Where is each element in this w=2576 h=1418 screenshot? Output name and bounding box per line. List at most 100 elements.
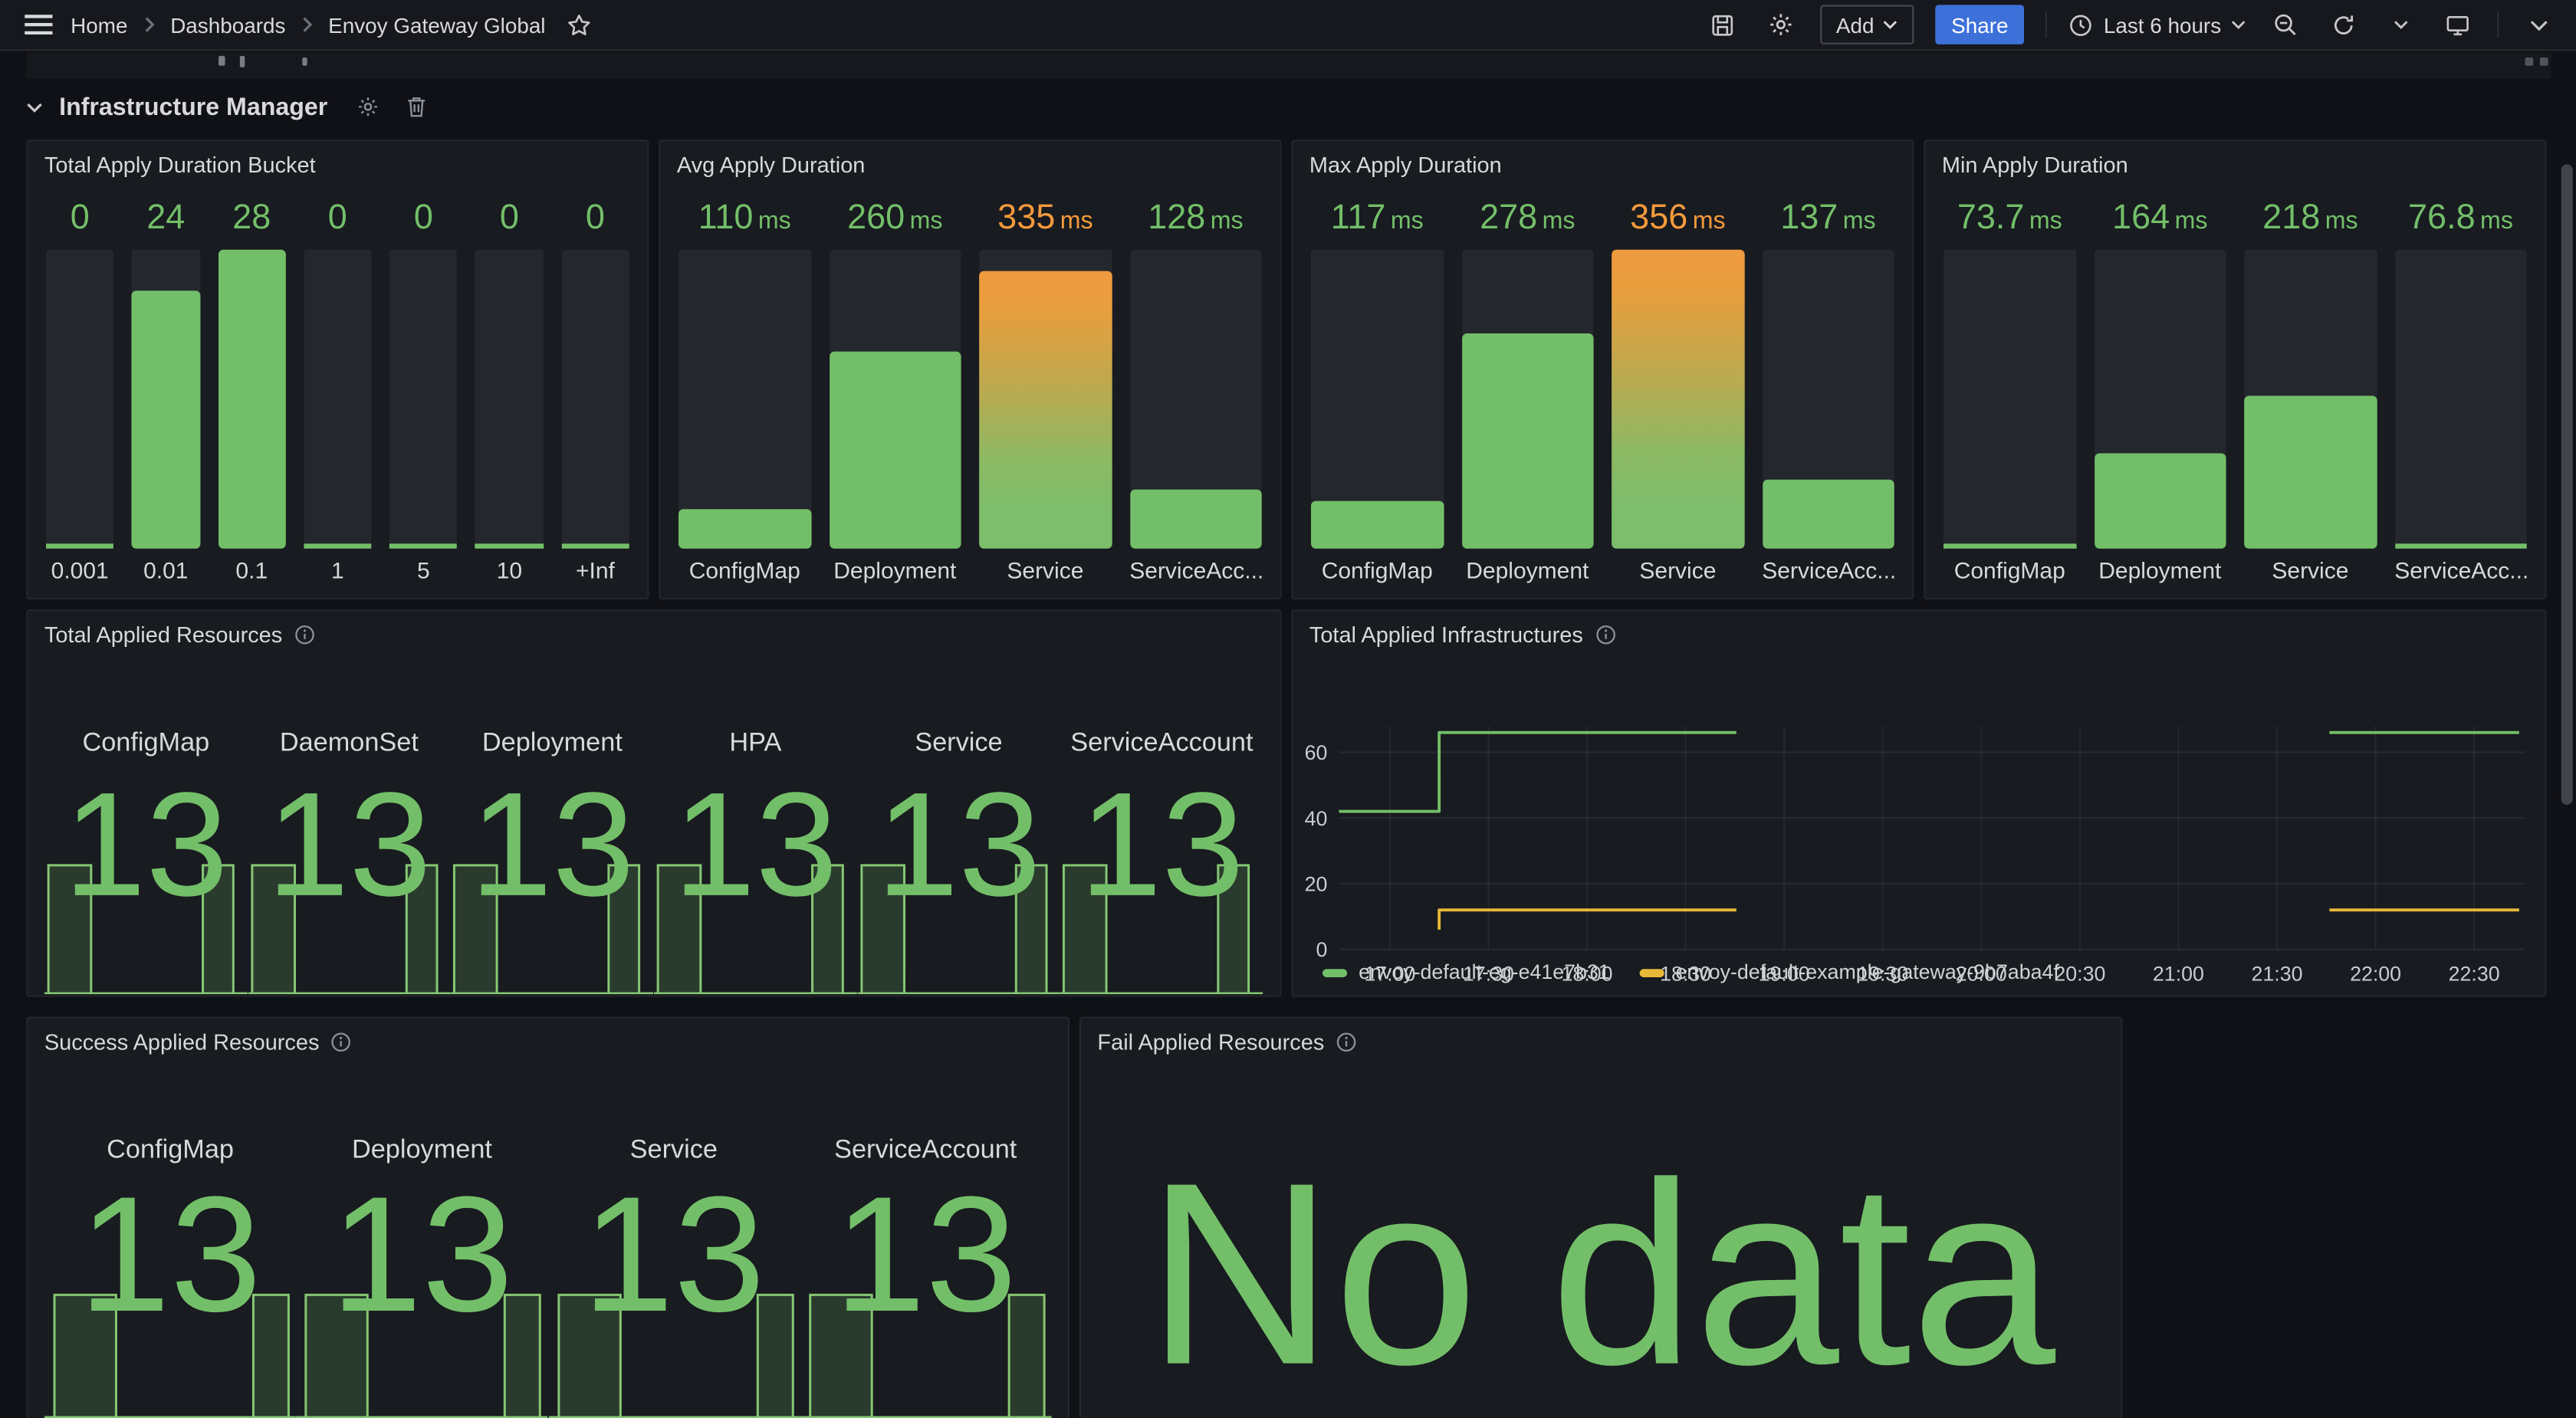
bar-category-label: 0.1 — [218, 549, 285, 588]
stat-cell: Service 13 — [548, 1065, 800, 1418]
stat-value: 13 — [654, 793, 857, 900]
refresh-interval-chevron-icon[interactable] — [2382, 7, 2418, 43]
bar-category-label: Service — [1612, 549, 1744, 588]
row-settings-gear-icon[interactable] — [357, 95, 380, 118]
no-data-message: No data — [1081, 1130, 2121, 1418]
add-button[interactable]: Add — [1819, 5, 1913, 44]
legend-item[interactable]: envoy-default-example-gateway-9b7aba4f — [1639, 961, 2058, 984]
stat-label: ConfigMap — [44, 1137, 296, 1167]
stat-label: Service — [548, 1137, 800, 1167]
panel-total-applied-infrastructures: Total Applied Infrastructures 020406017:… — [1291, 609, 2546, 997]
svg-text:60: 60 — [1305, 741, 1328, 764]
zoom-out-icon[interactable] — [2267, 7, 2303, 43]
breadcrumb-home[interactable]: Home — [71, 12, 127, 37]
info-icon — [1595, 623, 1616, 645]
refresh-icon[interactable] — [2325, 7, 2361, 43]
stat-value: 13 — [44, 1196, 296, 1314]
bar-category-label: 1 — [304, 549, 371, 588]
bar-fill — [1311, 501, 1444, 548]
menu-hamburger-icon[interactable] — [20, 7, 56, 43]
bar-fill — [1944, 543, 2076, 548]
timeseries-plot: 020406017:0017:3018:0018:3019:0019:3020:… — [1303, 720, 2538, 997]
save-dashboard-icon[interactable] — [1704, 7, 1740, 43]
stat-cell: DaemonSet13 — [248, 657, 451, 995]
svg-text:22:00: 22:00 — [2350, 962, 2401, 985]
toolbar-collapse-chevron-icon[interactable] — [2520, 7, 2556, 43]
stat-label: Service — [857, 729, 1060, 759]
bar-track — [2244, 250, 2377, 549]
panel-header[interactable]: Max Apply Duration — [1293, 141, 1912, 187]
bar-track — [2094, 250, 2226, 549]
panel-header[interactable]: Total Apply Duration Bucket — [28, 141, 647, 187]
chevron-right-icon — [301, 16, 314, 32]
bar-value-label: 218ms — [2244, 194, 2377, 247]
bar-category-label: Service — [2244, 549, 2377, 588]
svg-text:0: 0 — [1316, 938, 1328, 961]
breadcrumb-current-dashboard[interactable]: Envoy Gateway Global — [328, 12, 545, 37]
bar-column: 73.7msConfigMap — [1944, 194, 2076, 588]
stat-label: Deployment — [296, 1137, 547, 1167]
time-range-picker[interactable]: Last 6 hours — [2069, 12, 2246, 37]
bar-value-label: 278ms — [1461, 194, 1593, 247]
stat-value: 13 — [296, 1196, 547, 1314]
bar-track — [561, 250, 629, 549]
page-scrollbar-thumb[interactable] — [2561, 164, 2573, 805]
bar-gauge-body: 00.001240.01280.101050100+Inf — [28, 187, 647, 598]
stat-body: ConfigMap13Deployment13Service13ServiceA… — [28, 1065, 1067, 1418]
row-title[interactable]: Infrastructure Manager — [59, 93, 327, 120]
panel-header[interactable]: Avg Apply Duration — [660, 141, 1280, 187]
bar-fill — [979, 271, 1112, 549]
panel-title: Avg Apply Duration — [677, 152, 866, 176]
clipped-panel-row-above — [26, 53, 2551, 79]
panel-min-apply-duration: Min Apply Duration 73.7msConfigMap164msD… — [1924, 140, 2546, 599]
bar-fill — [2394, 543, 2527, 548]
bar-track — [979, 250, 1112, 549]
bar-value-label: 164ms — [2094, 194, 2226, 247]
share-button[interactable]: Share — [1935, 5, 2025, 44]
bar-value-label: 0 — [475, 194, 543, 247]
stat-value: 13 — [548, 1196, 800, 1314]
series-line — [1339, 733, 1736, 812]
bar-track — [2394, 250, 2527, 549]
nodata-body: No data — [1081, 1065, 2121, 1418]
panel-title: Success Applied Resources — [44, 1029, 320, 1054]
legend-series-name: envoy-default-eg-e41e7b31 — [1359, 961, 1610, 984]
favorite-star-icon[interactable] — [560, 7, 596, 43]
bar-track — [46, 250, 113, 549]
bar-fill — [389, 543, 457, 548]
timeseries-legend: envoy-default-eg-e41e7b31 envoy-default-e… — [1322, 961, 2059, 984]
dashboard-settings-gear-icon[interactable] — [1762, 7, 1798, 43]
bar-value-label: 137ms — [1762, 194, 1894, 247]
bar-column: 278msDeployment — [1461, 194, 1593, 588]
bar-value-label: 73.7ms — [1944, 194, 2076, 247]
panel-header[interactable]: Success Applied Resources — [28, 1019, 1067, 1065]
panel-header[interactable]: Fail Applied Resources — [1081, 1019, 2121, 1065]
svg-text:21:30: 21:30 — [2252, 962, 2303, 985]
bar-track — [304, 250, 371, 549]
info-icon — [1336, 1031, 1357, 1052]
bar-value-label: 356ms — [1612, 194, 1744, 247]
stat-value: 13 — [800, 1196, 1051, 1314]
bar-column: 117msConfigMap — [1311, 194, 1444, 588]
legend-item[interactable]: envoy-default-eg-e41e7b31 — [1322, 961, 1610, 984]
stat-cell: Deployment13 — [451, 657, 654, 995]
panel-header[interactable]: Min Apply Duration — [1925, 141, 2545, 187]
breadcrumb-dashboards[interactable]: Dashboards — [170, 12, 285, 37]
bar-gauge-body: 117msConfigMap278msDeployment 356ms Servic… — [1293, 187, 1912, 598]
bar-fill — [561, 543, 629, 548]
row-delete-trash-icon[interactable] — [406, 95, 428, 118]
panel-header[interactable]: Total Applied Resources — [28, 611, 1280, 657]
panel-total-apply-duration-bucket: Total Apply Duration Bucket 00.001240.01… — [26, 140, 649, 599]
panel-header[interactable]: Total Applied Infrastructures — [1293, 611, 2545, 657]
bar-value-label: 117ms — [1311, 194, 1444, 247]
bar-track — [132, 250, 199, 549]
bar-fill — [1762, 480, 1894, 549]
stat-label: ServiceAccount — [800, 1137, 1051, 1167]
panel-title: Total Applied Resources — [44, 622, 282, 646]
tv-kiosk-mode-icon[interactable] — [2440, 7, 2476, 43]
bar-value-label: 110ms — [678, 194, 811, 247]
bar-category-label: 0.001 — [46, 549, 113, 588]
bar-category-label: Service — [979, 549, 1112, 588]
row-collapse-chevron-icon[interactable] — [26, 101, 42, 113]
bar-fill — [475, 543, 543, 548]
